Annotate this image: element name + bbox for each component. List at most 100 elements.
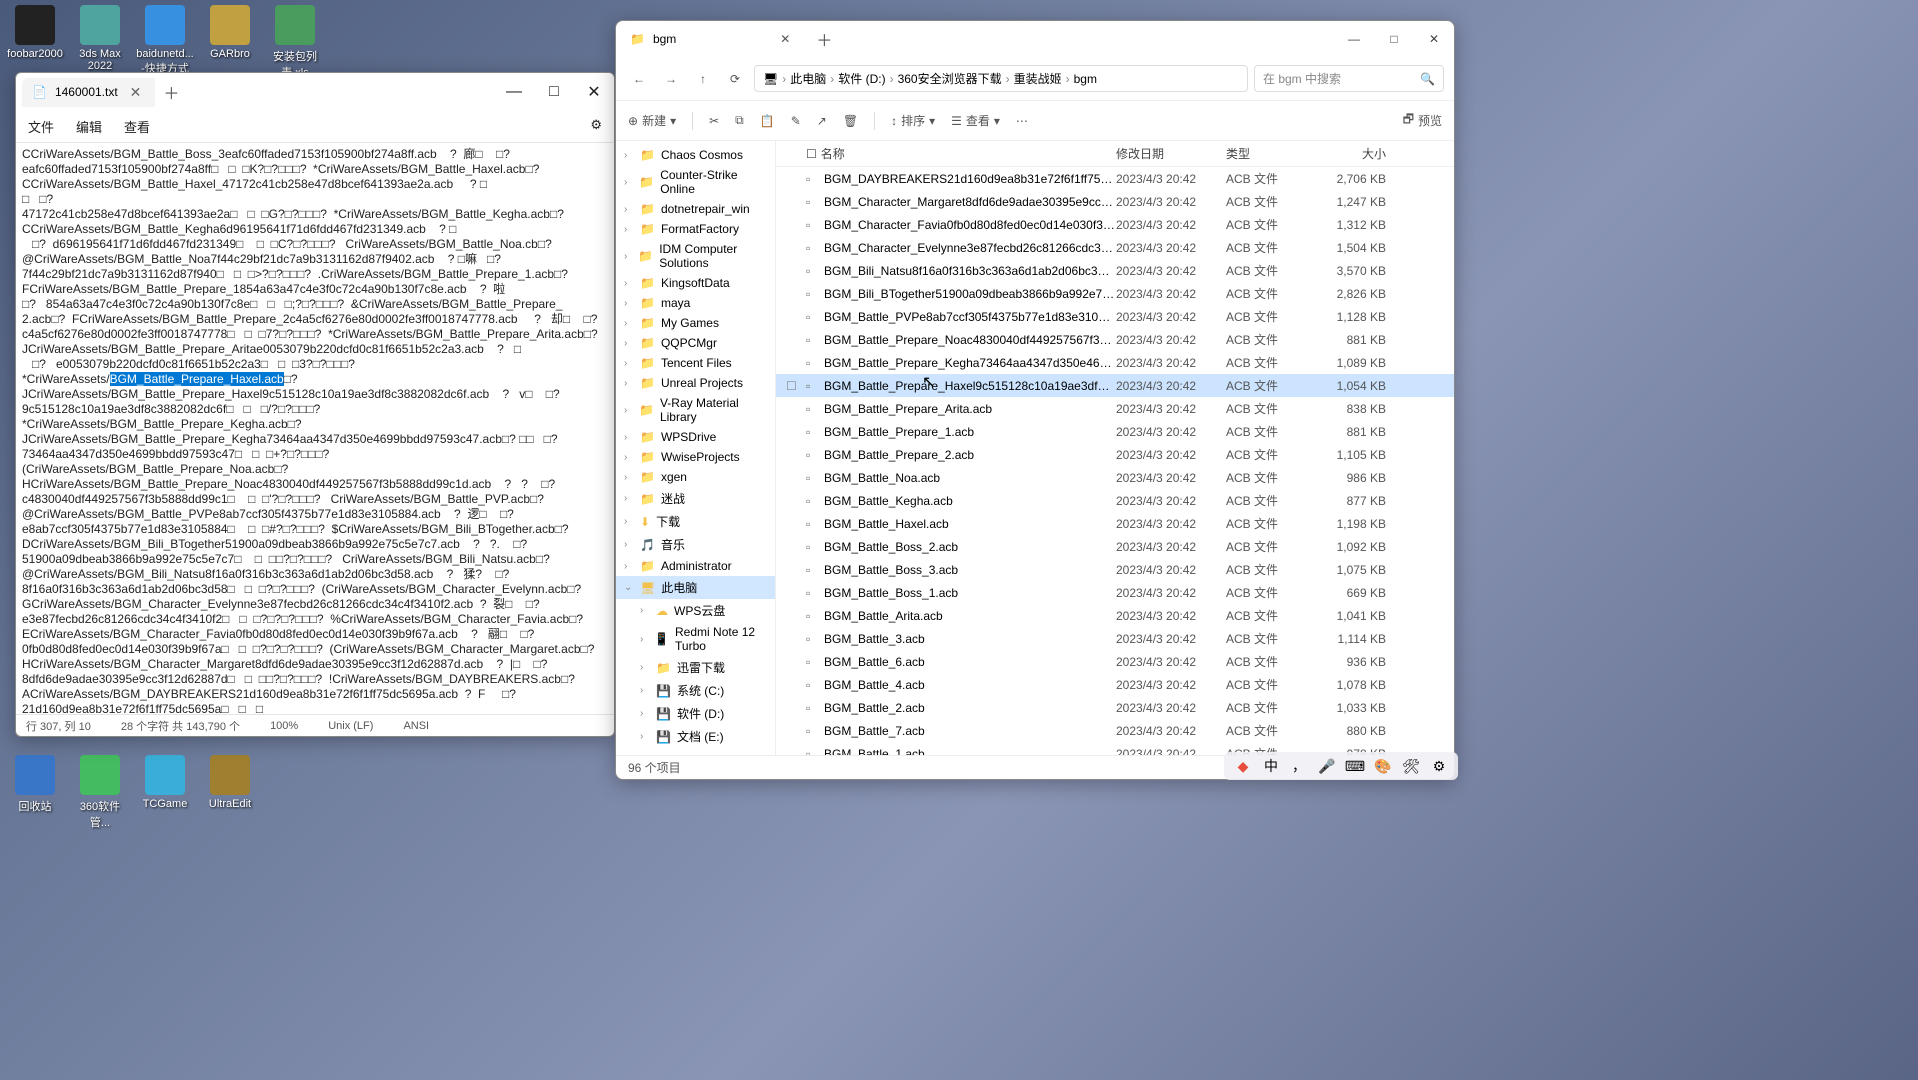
ime-tray[interactable]: ◆ 中 ， 🎤 ⌨ 🎨 🛠 ⚙ xyxy=(1224,752,1458,780)
file-row[interactable]: ▫BGM_Character_Margaret8dfd6de9adae30395… xyxy=(776,190,1454,213)
view-button[interactable]: ☰ 查看 ▾ xyxy=(951,112,1000,129)
tree-item[interactable]: ›📁Chaos Cosmos xyxy=(616,145,775,165)
preview-button[interactable]: 🗗 预览 xyxy=(1403,110,1442,131)
header-size[interactable]: 大小 xyxy=(1316,145,1386,162)
chevron-icon[interactable]: › xyxy=(624,358,634,369)
tree-item[interactable]: ›📁FormatFactory xyxy=(616,219,775,239)
explorer-tab[interactable]: 📁 bgm ✕ xyxy=(616,26,810,52)
breadcrumb-item[interactable]: bgm xyxy=(1074,72,1097,86)
file-row[interactable]: ▫BGM_Bili_BTogether51900a09dbeab3866b9a9… xyxy=(776,282,1454,305)
chevron-icon[interactable]: › xyxy=(640,634,648,645)
file-row[interactable]: ▫BGM_Bili_Natsu8f16a0f316b3c363a6d1ab2d0… xyxy=(776,259,1454,282)
tree-item[interactable]: ›🎵音乐 xyxy=(616,533,775,556)
chevron-icon[interactable]: › xyxy=(624,452,634,463)
desktop-icon[interactable]: baidunetd... -快捷方式 xyxy=(135,5,195,80)
file-row[interactable]: ▫BGM_Battle_Kegha.acb2023/4/3 20:42ACB 文… xyxy=(776,489,1454,512)
chevron-icon[interactable]: › xyxy=(624,204,634,215)
file-row[interactable]: ▫BGM_Battle_PVPe8ab7ccf305f4375b77e1d83e… xyxy=(776,305,1454,328)
menu-file[interactable]: 文件 xyxy=(28,117,54,136)
chevron-icon[interactable]: › xyxy=(624,150,634,161)
close-button[interactable]: ✕ xyxy=(574,77,614,107)
desktop-icon[interactable]: 安装包列表.xls xyxy=(265,5,325,80)
desktop-icon[interactable]: UltraEdit xyxy=(200,755,260,830)
tree-item[interactable]: ›📁Counter-Strike Online xyxy=(616,165,775,199)
tree-item[interactable]: ›📁maya xyxy=(616,293,775,313)
tree-item[interactable]: ›📁迅雷下载 xyxy=(616,656,775,679)
refresh-button[interactable]: ⟳ xyxy=(722,72,748,86)
paste-icon[interactable]: 📋 xyxy=(760,114,775,128)
chevron-icon[interactable]: › xyxy=(624,278,634,289)
file-row[interactable]: ▫BGM_Battle_Boss_2.acb2023/4/3 20:42ACB … xyxy=(776,535,1454,558)
skin-icon[interactable]: 🎨 xyxy=(1374,757,1392,775)
new-tab-button[interactable]: ＋ xyxy=(163,80,179,104)
chevron-icon[interactable]: › xyxy=(624,405,633,416)
close-button[interactable]: ✕ xyxy=(1414,24,1454,54)
file-row[interactable]: ▫BGM_Battle_Prepare_Noac4830040df4492575… xyxy=(776,328,1454,351)
chevron-icon[interactable]: › xyxy=(640,605,650,616)
tree-item[interactable]: ›📁Administrator xyxy=(616,556,775,576)
tree-item[interactable]: ›📁Unreal Projects xyxy=(616,373,775,393)
chevron-icon[interactable]: › xyxy=(624,318,634,329)
chevron-icon[interactable]: › xyxy=(624,561,634,572)
chevron-icon[interactable]: › xyxy=(624,298,634,309)
back-button[interactable]: ← xyxy=(626,72,652,86)
rename-icon[interactable]: ✎ xyxy=(791,114,801,128)
file-row[interactable]: ▫BGM_Battle_2.acb2023/4/3 20:42ACB 文件1,0… xyxy=(776,696,1454,719)
file-row[interactable]: ▫BGM_Battle_Noa.acb2023/4/3 20:42ACB 文件9… xyxy=(776,466,1454,489)
chevron-icon[interactable]: › xyxy=(624,251,632,262)
toolbox-icon[interactable]: 🛠 xyxy=(1402,757,1420,775)
close-tab-icon[interactable]: ✕ xyxy=(774,32,796,46)
new-button[interactable]: ⊕ 新建 ▾ xyxy=(628,112,676,129)
chevron-icon[interactable]: › xyxy=(624,224,634,235)
row-checkbox[interactable]: ☐ xyxy=(786,379,806,393)
tree-item[interactable]: ›⬇下载 xyxy=(616,510,775,533)
file-row[interactable]: ▫BGM_Battle_3.acb2023/4/3 20:42ACB 文件1,1… xyxy=(776,627,1454,650)
gear-icon[interactable]: ⚙ xyxy=(590,117,602,136)
notepad-titlebar[interactable]: 📄 1460001.txt ✕ ＋ — □ ✕ xyxy=(16,73,614,111)
header-type[interactable]: 类型 xyxy=(1226,145,1316,162)
ime-lang[interactable]: 中 xyxy=(1262,757,1280,775)
forward-button[interactable]: → xyxy=(658,72,684,86)
file-row[interactable]: ▫BGM_Character_Favia0fb0d80d8fed0ec0d14e… xyxy=(776,213,1454,236)
punct-icon[interactable]: ， xyxy=(1290,757,1308,775)
tree-item[interactable]: ›📁My Games xyxy=(616,313,775,333)
chevron-icon[interactable]: › xyxy=(640,662,650,673)
up-button[interactable]: ↑ xyxy=(690,72,716,86)
delete-icon[interactable]: 🗑 xyxy=(843,114,858,128)
file-row[interactable]: ▫BGM_Battle_Haxel.acb2023/4/3 20:42ACB 文… xyxy=(776,512,1454,535)
chevron-icon[interactable]: › xyxy=(624,432,634,443)
sort-button[interactable]: ↕ 排序 ▾ xyxy=(891,112,935,129)
cut-icon[interactable]: ✂ xyxy=(709,114,719,128)
chevron-icon[interactable]: › xyxy=(624,378,634,389)
tree-item[interactable]: ›💾文档 (E:) xyxy=(616,725,775,748)
chevron-icon[interactable]: › xyxy=(624,493,634,504)
tree-item[interactable]: ›☁WPS云盘 xyxy=(616,599,775,622)
tree-item[interactable]: ›📁IDM Computer Solutions xyxy=(616,239,775,273)
header-name[interactable]: 名称 xyxy=(821,147,845,161)
file-row[interactable]: ▫BGM_Battle_Prepare_2.acb2023/4/3 20:42A… xyxy=(776,443,1454,466)
menu-edit[interactable]: 编辑 xyxy=(76,117,102,136)
minimize-button[interactable]: — xyxy=(1334,24,1374,54)
breadcrumb[interactable]: 🖥 ›此电脑›软件 (D:)›360安全浏览器下载›重装战姬›bgm xyxy=(754,65,1248,92)
keyboard-icon[interactable]: ⌨ xyxy=(1346,757,1364,775)
file-row[interactable]: ▫BGM_DAYBREAKERS21d160d9ea8b31e72f6f1ff7… xyxy=(776,167,1454,190)
notepad-text-area[interactable]: CCriWareAssets/BGM_Battle_Boss_3eafc60ff… xyxy=(16,143,614,714)
copy-icon[interactable]: ⧉ xyxy=(735,113,744,128)
desktop-icon[interactable]: 回收站 xyxy=(5,755,65,830)
tree-item[interactable]: ›📁V-Ray Material Library xyxy=(616,393,775,427)
chevron-icon[interactable]: › xyxy=(624,472,634,483)
maximize-button[interactable]: □ xyxy=(1374,24,1414,54)
folder-tree[interactable]: ›📁Chaos Cosmos›📁Counter-Strike Online›📁d… xyxy=(616,141,776,755)
file-row[interactable]: ▫BGM_Battle_6.acb2023/4/3 20:42ACB 文件936… xyxy=(776,650,1454,673)
tree-item[interactable]: ›📁dotnetrepair_win xyxy=(616,199,775,219)
tree-item[interactable]: ⌄🖥此电脑 xyxy=(616,576,775,599)
minimize-button[interactable]: — xyxy=(494,77,534,107)
breadcrumb-item[interactable]: 此电脑 xyxy=(790,70,826,87)
chevron-icon[interactable]: › xyxy=(640,708,650,719)
file-row[interactable]: ▫BGM_Battle_Prepare_Arita.acb2023/4/3 20… xyxy=(776,397,1454,420)
menu-view[interactable]: 查看 xyxy=(124,117,150,136)
chevron-icon[interactable]: › xyxy=(624,516,634,527)
desktop-icon[interactable]: 360软件管... xyxy=(70,755,130,830)
desktop-icon[interactable]: foobar2000 xyxy=(5,5,65,80)
file-row[interactable]: ▫BGM_Battle_Prepare_Kegha73464aa4347d350… xyxy=(776,351,1454,374)
